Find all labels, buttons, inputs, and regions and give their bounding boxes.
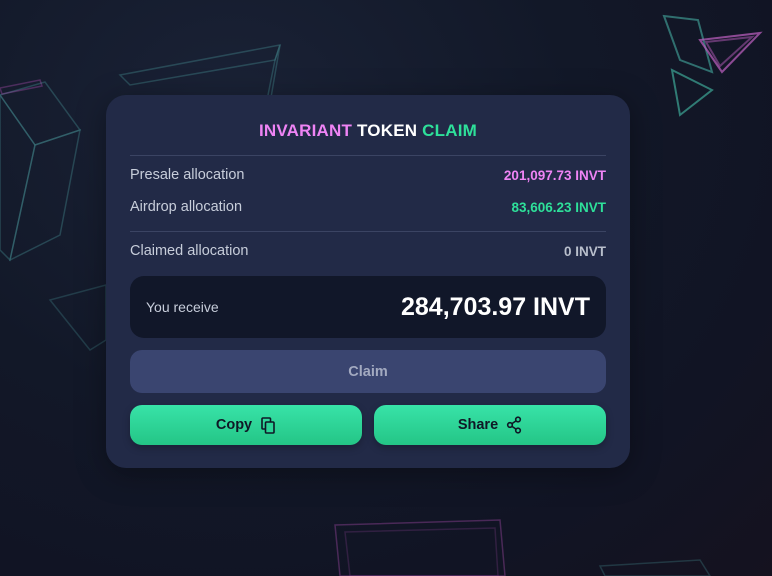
receive-label: You receive — [146, 299, 219, 315]
divider-top — [130, 155, 606, 156]
divider-middle — [130, 231, 606, 232]
copy-button-label: Copy — [215, 417, 253, 433]
receive-amount: 284,703.97 INVT — [400, 292, 590, 321]
airdrop-value: 83,606.23 INVT — [511, 199, 606, 215]
claimed-value: 0 INVT — [563, 243, 606, 259]
claim-card: INVARIANT TOKEN CLAIM Presale allocation… — [106, 95, 630, 468]
title-invariant: INVARIANT — [259, 121, 353, 140]
claimed-row: Claimed allocation 0 INVT — [130, 243, 606, 259]
copy-icon — [260, 416, 276, 434]
share-icon — [506, 416, 522, 434]
claim-button-label: Claim — [348, 363, 388, 380]
claim-button[interactable]: Claim — [130, 350, 606, 393]
share-button[interactable]: Share — [374, 405, 606, 445]
title-token: TOKEN — [357, 121, 418, 140]
card-title: INVARIANT TOKEN CLAIM — [106, 121, 630, 141]
receive-box: You receive 284,703.97 INVT — [130, 276, 606, 338]
title-claim: CLAIM — [422, 121, 477, 140]
claimed-label: Claimed allocation — [130, 243, 249, 259]
share-button-label: Share — [457, 417, 499, 433]
presale-row: Presale allocation 201,097.73 INVT — [130, 167, 606, 183]
presale-label: Presale allocation — [130, 167, 245, 183]
copy-button[interactable]: Copy — [130, 405, 362, 445]
airdrop-row: Airdrop allocation 83,606.23 INVT — [130, 199, 606, 215]
presale-value: 201,097.73 INVT — [503, 167, 606, 183]
airdrop-label: Airdrop allocation — [130, 199, 243, 215]
